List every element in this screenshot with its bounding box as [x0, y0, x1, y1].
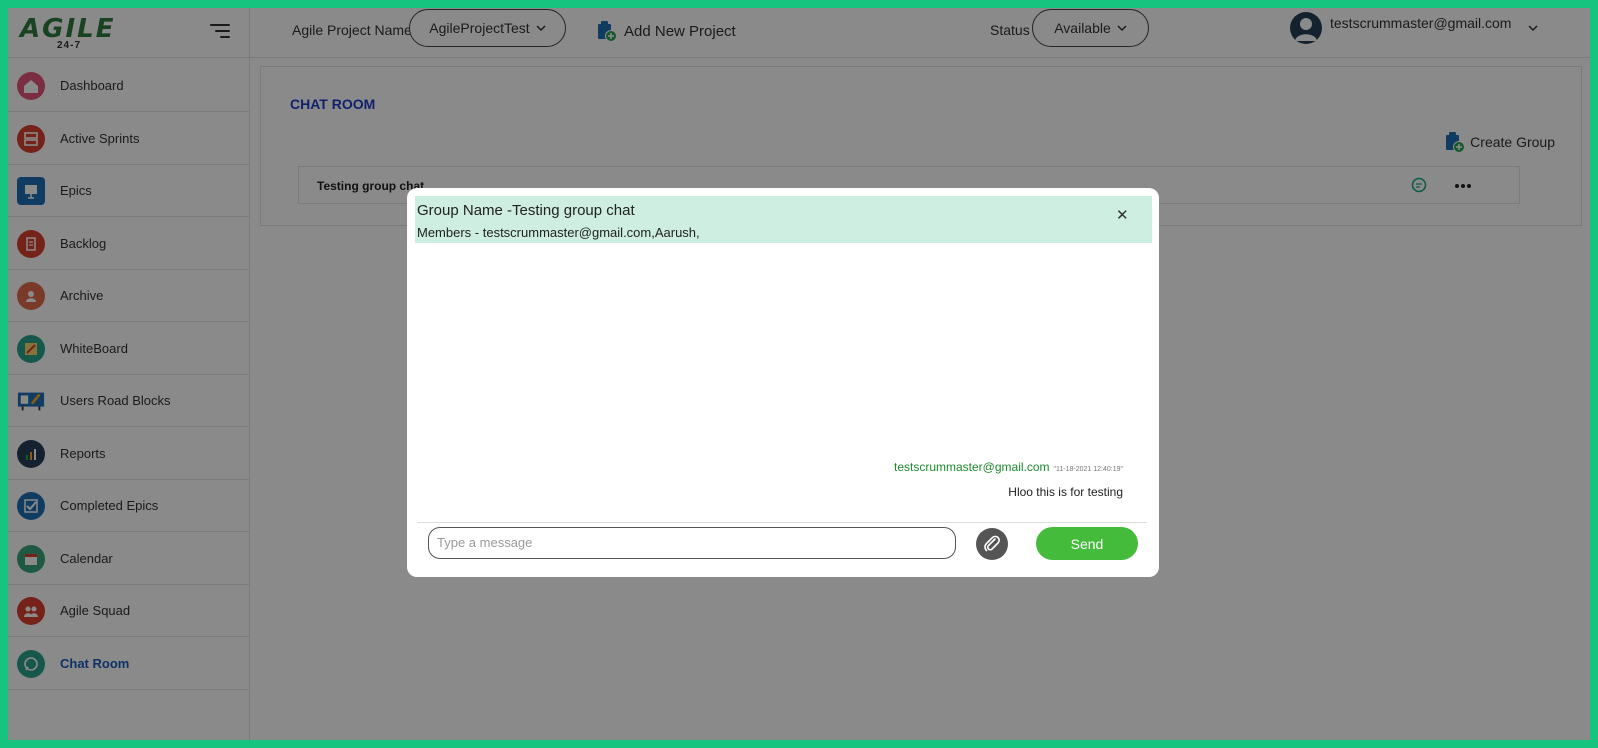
message-timestamp: "11-18-2021 12:40:19" [1053, 466, 1123, 473]
app-window: AGILE 24-7 Agile Project Name AgileProje… [8, 8, 1590, 740]
attach-button[interactable] [976, 528, 1008, 560]
group-chat-modal: Group Name -Testing group chat Members -… [407, 188, 1159, 577]
group-name-title: Group Name -Testing group chat [417, 202, 635, 219]
message-sender: testscrummaster@gmail.com [894, 460, 1050, 474]
group-members: Members - testscrummaster@gmail.com,Aaru… [417, 225, 700, 240]
message-input[interactable] [428, 527, 956, 559]
close-icon[interactable]: ✕ [1116, 206, 1129, 224]
modal-header: Group Name -Testing group chat Members -… [415, 196, 1152, 243]
paperclip-icon [984, 535, 1000, 552]
divider [417, 522, 1147, 523]
send-button[interactable]: Send [1036, 527, 1138, 560]
message-meta: testscrummaster@gmail.com "11-18-2021 12… [894, 460, 1123, 474]
message-text: Hloo this is for testing [1008, 485, 1123, 499]
